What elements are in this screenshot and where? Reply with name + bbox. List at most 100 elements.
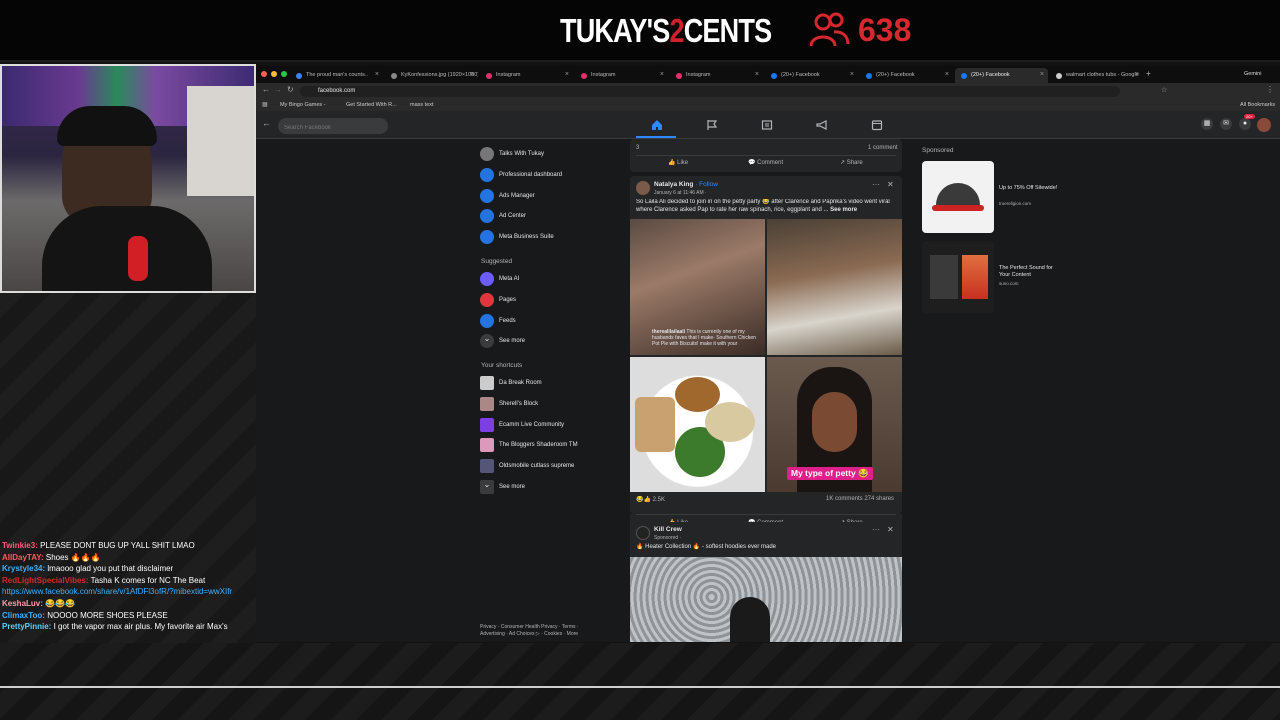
browser-tab[interactable]: Instagram × <box>670 68 763 83</box>
calendar-icon[interactable] <box>871 119 883 131</box>
sidebar-item[interactable]: Professional dashboard <box>480 166 562 184</box>
more-options-icon[interactable]: ··· <box>872 180 880 189</box>
sidebar-item-label: Pages <box>499 296 517 303</box>
browser-tab[interactable]: Instagram × <box>480 68 573 83</box>
ad-item[interactable]: The Perfect Sound for Your Content suno.… <box>922 241 1062 313</box>
close-tab-icon[interactable]: × <box>565 71 569 78</box>
share-button[interactable]: ↗ Share <box>840 159 863 166</box>
maximize-window-icon[interactable] <box>281 71 287 77</box>
close-tab-icon[interactable]: × <box>850 71 854 78</box>
post-image[interactable] <box>630 357 765 492</box>
marketplace-icon[interactable] <box>761 119 773 131</box>
see-more-link[interactable]: See more <box>830 207 857 213</box>
post-image[interactable]: therealilailaali This is currently one o… <box>630 219 765 355</box>
close-tab-icon[interactable]: × <box>1135 71 1139 78</box>
sidebar-item[interactable]: Sherell's Block <box>480 395 538 413</box>
author-name[interactable]: Natalya King · Follow <box>654 181 718 188</box>
close-icon[interactable]: ✕ <box>887 180 894 189</box>
sidebar-item[interactable]: Ads Manager <box>480 187 535 205</box>
bookmark-item[interactable]: mass text <box>410 102 434 108</box>
sidebar-item[interactable]: Feeds <box>480 312 516 330</box>
ad-title[interactable]: The Perfect Sound for Your Content <box>999 265 1059 279</box>
minimize-window-icon[interactable] <box>271 71 277 77</box>
post-image[interactable] <box>767 219 902 355</box>
close-window-icon[interactable] <box>261 71 267 77</box>
menu-grid-icon[interactable]: ▦ <box>1201 118 1213 130</box>
author-name[interactable]: Kill Crew <box>654 526 682 533</box>
viewer-count: 638 <box>858 12 912 48</box>
sidebar-item[interactable]: Pages <box>480 291 516 309</box>
close-tab-icon[interactable]: × <box>375 71 379 78</box>
ad-title[interactable]: Up to 75% Off Sitewide! <box>999 185 1059 192</box>
more-options-icon[interactable]: ··· <box>872 525 880 534</box>
sidebar-item[interactable]: Oldsmobile cutlass supreme <box>480 457 574 475</box>
browser-tab[interactable]: (20+) Facebook × <box>860 68 953 83</box>
close-tab-icon[interactable]: × <box>755 71 759 78</box>
ad-image[interactable] <box>922 161 994 233</box>
back-arrow-icon[interactable]: ← <box>262 118 271 128</box>
menu-icon[interactable]: ⋮ <box>1266 85 1274 94</box>
url-field[interactable]: facebook.com <box>300 86 1120 97</box>
close-tab-icon[interactable]: × <box>1040 71 1044 78</box>
all-bookmarks[interactable]: All Bookmarks <box>1240 102 1275 108</box>
like-button[interactable]: 👍 Like <box>668 159 688 166</box>
ad-item[interactable]: Up to 75% Off Sitewide! truereligion.com <box>922 161 1062 233</box>
post-time[interactable]: January 6 at 11:46 AM · <box>654 190 707 196</box>
sidebar-item[interactable]: Ad Center <box>480 207 526 225</box>
close-tab-icon[interactable]: × <box>945 71 949 78</box>
post-stats[interactable]: 1K comments 274 shares <box>826 496 894 502</box>
new-tab-icon[interactable]: + <box>1146 69 1151 78</box>
browser-tab[interactable]: The proud man's counts.. × <box>290 68 383 83</box>
ad-domain: suno.com <box>999 281 1019 286</box>
close-tab-icon[interactable]: × <box>470 71 474 78</box>
sidebar-item[interactable]: Meta AI <box>480 270 519 288</box>
comment-button[interactable]: 💬 Comment <box>748 159 783 166</box>
forward-icon[interactable]: → <box>274 85 282 94</box>
post-text: 🔥 Heater Collection 🔥 - softest hoodies … <box>636 544 777 550</box>
browser-tab[interactable]: KyKonfessions.jpg (1920×1080) × <box>385 68 478 83</box>
profile-avatar[interactable] <box>1257 118 1271 132</box>
browser-tab[interactable]: (20+) Facebook × <box>765 68 858 83</box>
close-icon[interactable]: ✕ <box>887 525 894 534</box>
browser-tab[interactable]: walmart clothes tubs - Google × <box>1050 68 1143 83</box>
bookmark-item[interactable]: Get Started With R... <box>346 102 397 108</box>
footer-links[interactable]: Privacy · Consumer Health Privacy · Term… <box>480 624 600 638</box>
gemini-button[interactable]: Gemini <box>1244 71 1261 77</box>
sidebar-item[interactable]: Talks With Tukay <box>480 145 544 163</box>
sidebar-item[interactable]: The Bloggers Shaderoom TM <box>480 436 578 454</box>
browser-tab[interactable]: Instagram × <box>575 68 668 83</box>
author-avatar[interactable] <box>636 526 650 540</box>
post-image[interactable]: My type of petty 😂 <box>767 357 902 492</box>
chat-username[interactable]: Krystyle34: <box>2 564 45 573</box>
messenger-icon[interactable]: ✉ <box>1220 118 1232 130</box>
sidebar-item[interactable]: Ecamm Live Community <box>480 416 564 434</box>
chat-username[interactable]: AllDayTAY: <box>2 553 44 562</box>
sidebar-item[interactable]: ⌄ See more <box>480 478 525 496</box>
sidebar-item[interactable]: Da Break Room <box>480 374 542 392</box>
search-input[interactable] <box>278 118 388 134</box>
chat-username[interactable]: PrettyPinnie: <box>2 622 51 631</box>
post-image[interactable] <box>630 557 902 642</box>
back-icon[interactable]: ← <box>262 85 270 94</box>
chat-username[interactable]: Twinkie3: <box>2 541 38 550</box>
notifications-icon[interactable]: ● <box>1239 118 1251 130</box>
reload-icon[interactable]: ↻ <box>287 85 294 94</box>
chat-message: Krystyle34: lmaooo glad you put that dis… <box>2 563 254 575</box>
sidebar-item[interactable]: ⌄ See more <box>480 332 525 350</box>
sidebar-item-label: Ads Manager <box>499 192 535 199</box>
apps-icon[interactable]: ▦ <box>262 101 268 108</box>
comment-count[interactable]: 1 comment <box>868 145 898 151</box>
pages-flag-icon[interactable] <box>706 119 718 131</box>
chat-username[interactable]: ClimaxToo: <box>2 611 45 620</box>
home-icon[interactable] <box>651 119 663 131</box>
close-tab-icon[interactable]: × <box>660 71 664 78</box>
ads-megaphone-icon[interactable] <box>816 119 828 131</box>
star-icon[interactable]: ☆ <box>1161 86 1167 94</box>
chat-username[interactable]: KeshaLuv: <box>2 599 43 608</box>
ad-image[interactable] <box>922 241 994 313</box>
sidebar-item[interactable]: Meta Business Suite <box>480 228 554 246</box>
bookmark-item[interactable]: My Bingo Games - <box>280 102 326 108</box>
browser-tab[interactable]: (20+) Facebook × <box>955 68 1048 83</box>
author-avatar[interactable] <box>636 181 650 195</box>
chat-username[interactable]: RedLightSpecialVibes: <box>2 576 89 585</box>
